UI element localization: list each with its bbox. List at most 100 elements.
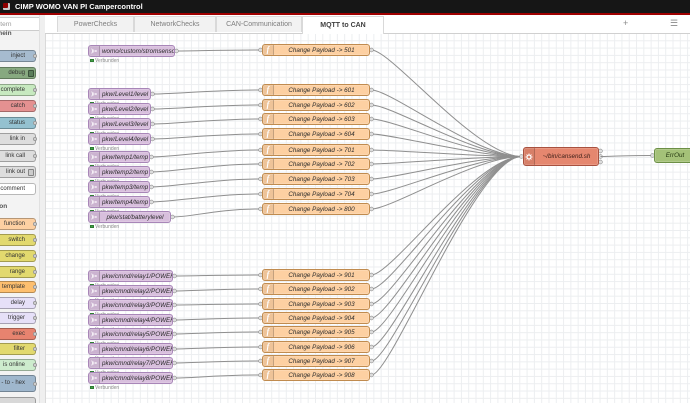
change-node-905[interactable]: fChange Payload -> 905	[262, 326, 370, 338]
flow-tab-can-communication[interactable]: CAN-Communication	[216, 16, 302, 32]
palette-node-port	[33, 301, 37, 305]
change-node-704[interactable]: fChange Payload -> 704	[262, 188, 370, 200]
palette-node-function[interactable]: function	[0, 218, 36, 230]
node-label: Change Payload -> 604	[274, 131, 369, 138]
palette-node-label: range	[10, 269, 25, 275]
palette-node-label: change	[5, 253, 25, 259]
change-node-501[interactable]: fChange Payload -> 501	[262, 44, 370, 56]
change-node-601[interactable]: fChange Payload -> 601	[262, 84, 370, 96]
flow-tab-mqtt-to-can[interactable]: MQTT to CAN	[302, 16, 384, 34]
mqtt-node-cmnd-relay3[interactable]: pkw/cmnd/relay3/POWER	[88, 299, 173, 311]
tab-add-button[interactable]: +	[623, 18, 628, 29]
palette-node-comment[interactable]: comment	[0, 183, 36, 195]
change-node-906[interactable]: fChange Payload -> 906	[262, 341, 370, 353]
palette-node-link-out[interactable]: link out	[0, 166, 36, 178]
flow-tab-networkchecks[interactable]: NetworkChecks	[134, 16, 216, 32]
change-node-701[interactable]: fChange Payload -> 701	[262, 144, 370, 156]
palette-node-status[interactable]: status	[0, 117, 36, 129]
change-node-901[interactable]: fChange Payload -> 901	[262, 269, 370, 281]
exec-node-cansend[interactable]: ~/bin/cansend.sh	[523, 147, 599, 166]
mqtt-node-stromsensor[interactable]: womo/custom/stromsensor	[88, 45, 175, 57]
change-node-602[interactable]: fChange Payload -> 602	[262, 99, 370, 111]
palette-node-port	[33, 316, 37, 320]
mqtt-node-Level1-level[interactable]: pkw/Level1/level	[88, 88, 151, 100]
palette-category-allgemein[interactable]: > allgemein	[0, 30, 46, 37]
palette-node-button[interactable]	[28, 169, 34, 176]
palette-node-partial[interactable]	[0, 397, 36, 403]
palette-node-trigger[interactable]: trigger	[0, 312, 36, 324]
palette-node-port	[33, 54, 37, 58]
palette-node-label: catch	[11, 103, 25, 109]
mqtt-antenna-icon	[89, 167, 100, 177]
mqtt-node-temp4-temp[interactable]: pkw/temp4/temp	[88, 196, 150, 208]
palette-node-change[interactable]: change	[0, 250, 36, 262]
palette-node-link-in[interactable]: link in	[0, 133, 36, 145]
change-node-907[interactable]: fChange Payload -> 907	[262, 355, 370, 367]
palette-node-catch[interactable]: catch	[0, 100, 36, 112]
mqtt-node-cmnd-relay7[interactable]: pkw/cmnd/relay7/POWER	[88, 357, 173, 369]
mqtt-node-Level4-level[interactable]: pkw/Level4/level	[88, 133, 151, 145]
mqtt-node-cmnd-relay1[interactable]: pkw/cmnd/relay1/POWER	[88, 270, 173, 282]
mqtt-antenna-icon	[89, 329, 100, 339]
node-label: pkw/Level1/level	[100, 91, 150, 98]
palette-node-string-to-hex[interactable]: string - to - hex	[0, 375, 36, 392]
mqtt-node-cmnd-relay2[interactable]: pkw/cmnd/relay2/POWER	[88, 285, 173, 297]
mqtt-node-cmnd-relay4[interactable]: pkw/cmnd/relay4/POWER	[88, 314, 173, 326]
node-label: pkw/temp2/temp	[100, 169, 149, 176]
link-out-node-errout[interactable]: ErrOut	[654, 148, 690, 163]
mqtt-node-temp3-temp[interactable]: pkw/temp3/temp	[88, 181, 150, 193]
palette-node-complete[interactable]: complete	[0, 84, 36, 96]
palette-node-port	[33, 238, 37, 242]
tab-list-button[interactable]: ☰	[670, 18, 678, 29]
change-node-604[interactable]: fChange Payload -> 604	[262, 128, 370, 140]
node-label: pkw/cmnd/relay4/POWER	[100, 317, 172, 324]
palette-node-is-online[interactable]: is online	[0, 359, 36, 371]
node-label: pkw/Level2/level	[100, 106, 150, 113]
mqtt-node-Level2-level[interactable]: pkw/Level2/level	[88, 103, 151, 115]
node-label: Change Payload -> 908	[274, 372, 369, 379]
palette-node-delay[interactable]: delay	[0, 297, 36, 309]
change-node-903[interactable]: fChange Payload -> 903	[262, 298, 370, 310]
change-node-703[interactable]: fChange Payload -> 703	[262, 173, 370, 185]
palette-node-switch[interactable]: switch	[0, 234, 36, 246]
mqtt-node-stat-batterylevel[interactable]: pkw/stat/batterylevel	[88, 211, 171, 223]
palette-category-funktion[interactable]: > funktion	[0, 203, 46, 210]
palette-node-filter[interactable]: filter	[0, 343, 36, 355]
mqtt-node-Level3-level[interactable]: pkw/Level3/level	[88, 118, 151, 130]
palette-node-port	[33, 104, 37, 108]
mqtt-node-cmnd-relay6[interactable]: pkw/cmnd/relay6/POWER	[88, 343, 173, 355]
palette-filter-input[interactable]: Nodes filtern	[0, 17, 44, 31]
change-node-800[interactable]: fChange Payload -> 800	[262, 203, 370, 215]
node-label: Change Payload -> 800	[274, 206, 369, 213]
palette-node-exec[interactable]: exec	[0, 328, 36, 340]
palette-node-debug[interactable]: debug	[0, 67, 36, 79]
mqtt-node-cmnd-relay5[interactable]: pkw/cmnd/relay5/POWER	[88, 328, 173, 340]
change-node-904[interactable]: fChange Payload -> 904	[262, 312, 370, 324]
function-icon: f	[263, 327, 274, 337]
node-label: pkw/cmnd/relay2/POWER	[100, 288, 172, 295]
mqtt-node-temp1-temp[interactable]: pkw/temp1/temp	[88, 151, 150, 163]
palette-node-inject[interactable]: inject	[0, 50, 36, 62]
node-label: Change Payload -> 703	[274, 176, 369, 183]
palette-node-link-call[interactable]: link call	[0, 150, 36, 162]
change-node-702[interactable]: fChange Payload -> 702	[262, 158, 370, 170]
flow-tab-bar: PowerChecksNetworkChecksCAN-Communicatio…	[45, 15, 690, 34]
mqtt-node-cmnd-relay8[interactable]: pkw/cmnd/relay8/POWER	[88, 372, 173, 384]
palette-node-button[interactable]	[28, 70, 34, 77]
palette-node-port	[33, 121, 37, 125]
palette-node-template[interactable]: template	[0, 281, 36, 293]
mqtt-antenna-icon	[89, 373, 100, 383]
flow-tab-powerchecks[interactable]: PowerChecks	[57, 16, 134, 32]
mqtt-node-temp2-temp[interactable]: pkw/temp2/temp	[88, 166, 150, 178]
function-icon: f	[263, 342, 274, 352]
change-node-603[interactable]: fChange Payload -> 603	[262, 113, 370, 125]
change-node-908[interactable]: fChange Payload -> 908	[262, 369, 370, 381]
palette-node-port	[33, 382, 37, 386]
function-icon: f	[263, 270, 274, 280]
palette-node-range[interactable]: range	[0, 266, 36, 278]
node-label: Change Payload -> 704	[274, 191, 369, 198]
palette-node-label: template	[2, 284, 25, 290]
change-node-902[interactable]: fChange Payload -> 902	[262, 283, 370, 295]
node-label: Change Payload -> 903	[274, 301, 369, 308]
node-label: Change Payload -> 907	[274, 358, 369, 365]
